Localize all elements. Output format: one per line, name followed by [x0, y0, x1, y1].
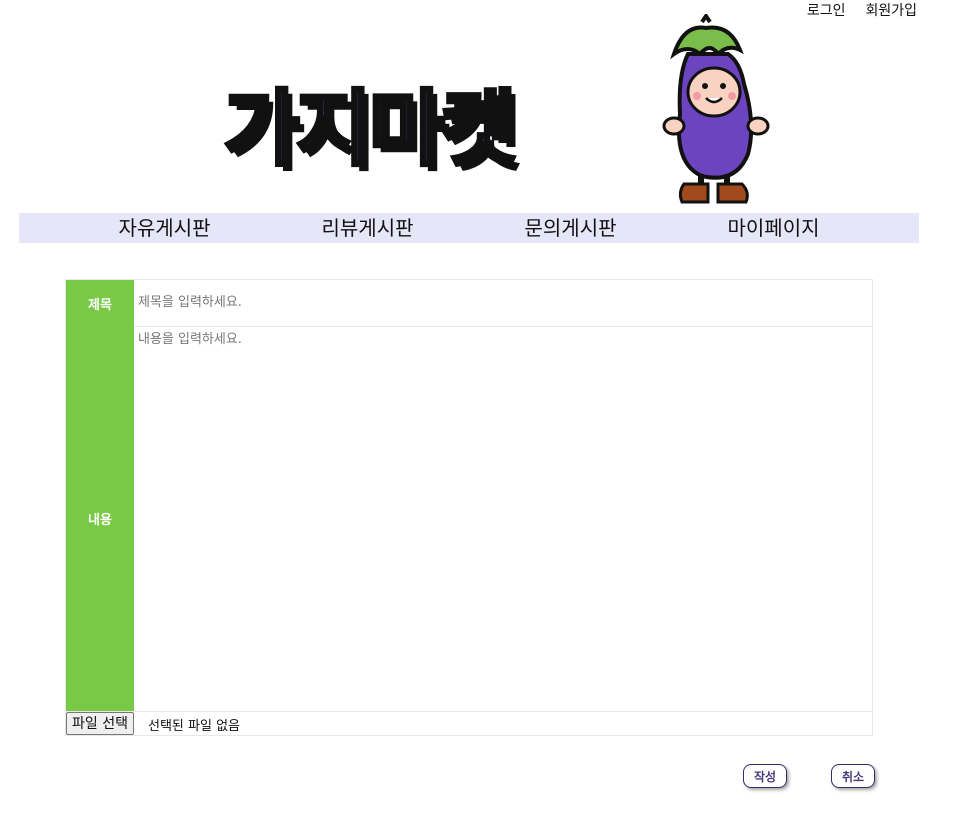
submit-button[interactable]: 작성 — [743, 764, 787, 788]
nav-item-inquiry-board[interactable]: 문의게시판 — [469, 213, 672, 243]
nav-item-my-page[interactable]: 마이페이지 — [672, 213, 875, 243]
site-logo[interactable]: 가지마켓 — [222, 14, 782, 210]
file-row: 파일 선택 선택된 파일 없음 — [66, 711, 872, 736]
auth-links: 로그인 회원가입 — [807, 0, 917, 20]
title-row: 제목 — [66, 280, 872, 327]
eggplant-mascot-icon — [662, 14, 770, 204]
content-label: 내용 — [66, 326, 134, 711]
content-textarea[interactable] — [134, 326, 872, 710]
logo-text: 가지마켓 — [222, 80, 519, 179]
content-row: 내용 — [66, 326, 872, 712]
main-nav: 자유게시판 리뷰게시판 문의게시판 마이페이지 — [19, 213, 919, 243]
signup-link[interactable]: 회원가입 — [865, 0, 917, 20]
file-select-button[interactable]: 파일 선택 — [66, 712, 134, 735]
nav-item-review-board[interactable]: 리뷰게시판 — [266, 213, 469, 243]
cancel-button[interactable]: 취소 — [831, 764, 875, 788]
nav-item-free-board[interactable]: 자유게시판 — [63, 213, 266, 243]
login-link[interactable]: 로그인 — [807, 0, 846, 20]
title-label: 제목 — [66, 280, 134, 326]
post-write-form: 제목 내용 파일 선택 선택된 파일 없음 — [65, 279, 873, 736]
title-input[interactable] — [134, 280, 872, 325]
file-status-text: 선택된 파일 없음 — [148, 719, 240, 734]
